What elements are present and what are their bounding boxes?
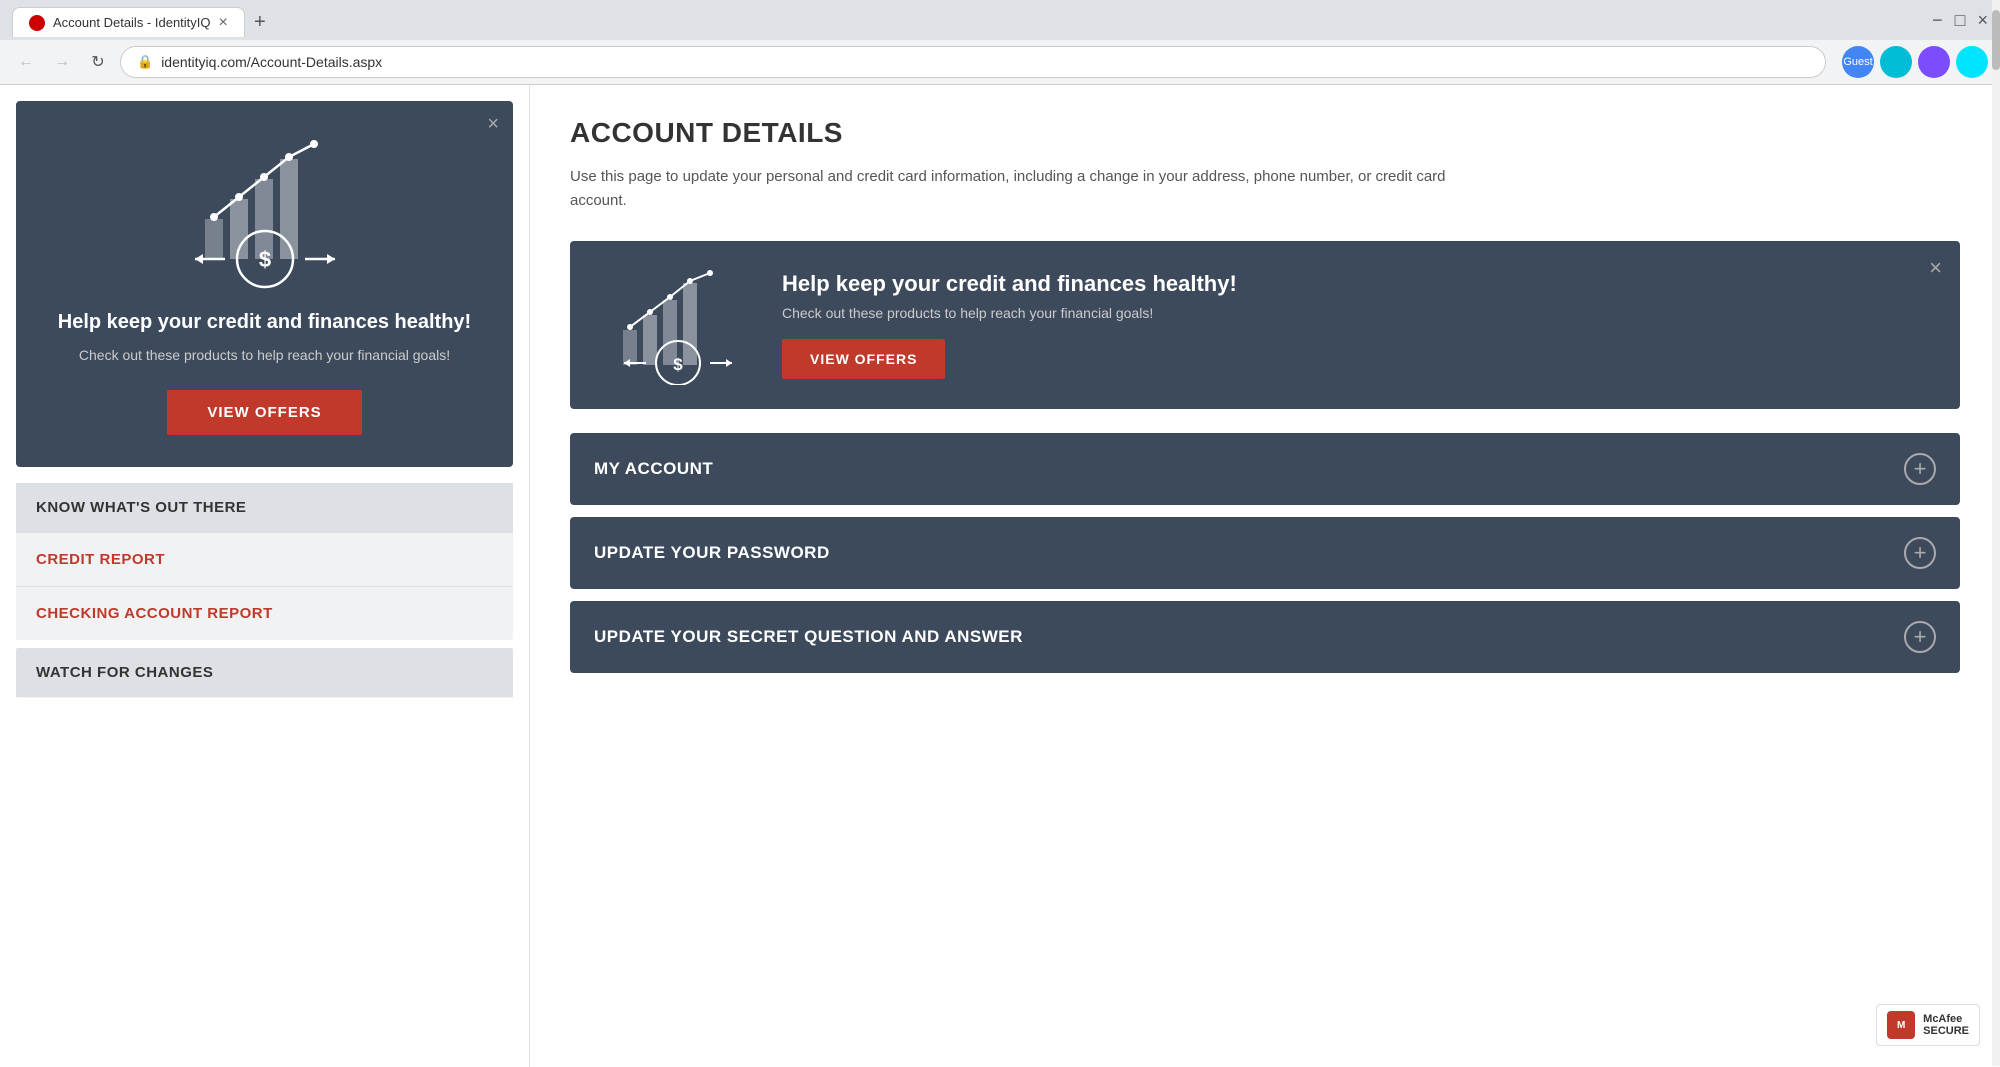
update-password-accordion[interactable]: UPDATE YOUR PASSWORD + xyxy=(570,517,1960,589)
address-bar: ← → ↻ 🔒 identityiq.com/Account-Details.a… xyxy=(0,40,2000,84)
my-account-expand-icon[interactable]: + xyxy=(1904,453,1936,485)
scrollbar-right[interactable] xyxy=(1992,0,2000,1066)
profile-avatar[interactable]: Guest xyxy=(1842,46,1874,78)
promo-banner: × $ xyxy=(570,241,1960,409)
window-controls: − □ × xyxy=(1932,10,1988,31)
watch-section: WATCH FOR CHANGES xyxy=(16,648,513,698)
url-text: identityiq.com/Account-Details.aspx xyxy=(161,54,382,70)
maximize-btn[interactable]: □ xyxy=(1955,10,1966,31)
extension-btn-3[interactable] xyxy=(1956,46,1988,78)
promo-banner-desc: Check out these products to help reach y… xyxy=(782,305,1932,321)
secret-question-expand-icon[interactable]: + xyxy=(1904,621,1936,653)
watch-header: WATCH FOR CHANGES xyxy=(16,648,513,697)
forward-btn[interactable]: → xyxy=(48,48,76,76)
profile-label: Guest xyxy=(1843,56,1872,68)
checking-account-report-link[interactable]: CHECKING ACCOUNT REPORT xyxy=(16,586,513,640)
minimize-btn[interactable]: − xyxy=(1932,10,1943,31)
promo-banner-close-btn[interactable]: × xyxy=(1929,255,1942,281)
promo-close-left-btn[interactable]: × xyxy=(487,113,499,136)
update-password-expand-icon[interactable]: + xyxy=(1904,537,1936,569)
credit-report-link[interactable]: CREDIT REPORT xyxy=(16,532,513,586)
title-bar: Account Details - IdentityIQ × + − □ × xyxy=(0,0,2000,40)
update-password-title: UPDATE YOUR PASSWORD xyxy=(594,543,1904,563)
page-description: Use this page to update your personal an… xyxy=(570,165,1470,213)
tab-favicon xyxy=(29,15,45,31)
my-account-title: MY ACCOUNT xyxy=(594,459,1904,479)
secret-question-title: UPDATE YOUR SECRET QUESTION AND ANSWER xyxy=(594,627,1904,647)
active-tab[interactable]: Account Details - IdentityIQ × xyxy=(12,7,245,37)
svg-text:$: $ xyxy=(258,247,270,272)
secret-question-accordion[interactable]: UPDATE YOUR SECRET QUESTION AND ANSWER + xyxy=(570,601,1960,673)
know-section: KNOW WHAT'S OUT THERE CREDIT REPORT CHEC… xyxy=(16,483,513,640)
mcafee-text: McAfee SECURE xyxy=(1923,1013,1969,1037)
tab-title: Account Details - IdentityIQ xyxy=(53,15,211,30)
promo-banner-text: Help keep your credit and finances healt… xyxy=(782,271,1932,379)
extension-btn-2[interactable] xyxy=(1918,46,1950,78)
view-offers-left-btn[interactable]: VIEW OFFERS xyxy=(167,390,361,435)
mcafee-logo: M xyxy=(1887,1011,1915,1039)
extension-btn-1[interactable] xyxy=(1880,46,1912,78)
sidebar: × xyxy=(0,85,530,1067)
view-offers-banner-btn[interactable]: VIEW OFFERS xyxy=(782,339,945,379)
page-title: ACCOUNT DETAILS xyxy=(570,117,1960,149)
tab-area: Account Details - IdentityIQ × + xyxy=(12,3,275,37)
my-account-accordion[interactable]: MY ACCOUNT + xyxy=(570,433,1960,505)
profile-area: Guest xyxy=(1842,46,1988,78)
security-lock-icon: 🔒 xyxy=(137,54,153,70)
promo-card-left: × xyxy=(16,101,513,467)
promo-desc-left: Check out these products to help reach y… xyxy=(79,345,450,366)
back-btn[interactable]: ← xyxy=(12,48,40,76)
refresh-btn[interactable]: ↻ xyxy=(84,48,112,76)
promo-chart-icon-medium: $ xyxy=(598,265,758,385)
page-body: × xyxy=(0,85,2000,1067)
promo-title-left: Help keep your credit and finances healt… xyxy=(58,309,471,335)
promo-banner-title: Help keep your credit and finances healt… xyxy=(782,271,1932,297)
main-content: ACCOUNT DETAILS Use this page to update … xyxy=(530,85,2000,1067)
browser-chrome: Account Details - IdentityIQ × + − □ × ←… xyxy=(0,0,2000,85)
window-close-btn[interactable]: × xyxy=(1977,10,1988,31)
url-bar[interactable]: 🔒 identityiq.com/Account-Details.aspx xyxy=(120,46,1826,78)
promo-chart-icon-large: $ xyxy=(165,129,365,289)
svg-text:$: $ xyxy=(673,355,683,374)
mcafee-badge: M McAfee SECURE xyxy=(1876,1004,1980,1046)
new-tab-btn[interactable]: + xyxy=(245,7,275,37)
tab-close-btn[interactable]: × xyxy=(219,14,228,32)
scrollbar-thumb[interactable] xyxy=(1992,10,2000,70)
know-header: KNOW WHAT'S OUT THERE xyxy=(16,483,513,532)
